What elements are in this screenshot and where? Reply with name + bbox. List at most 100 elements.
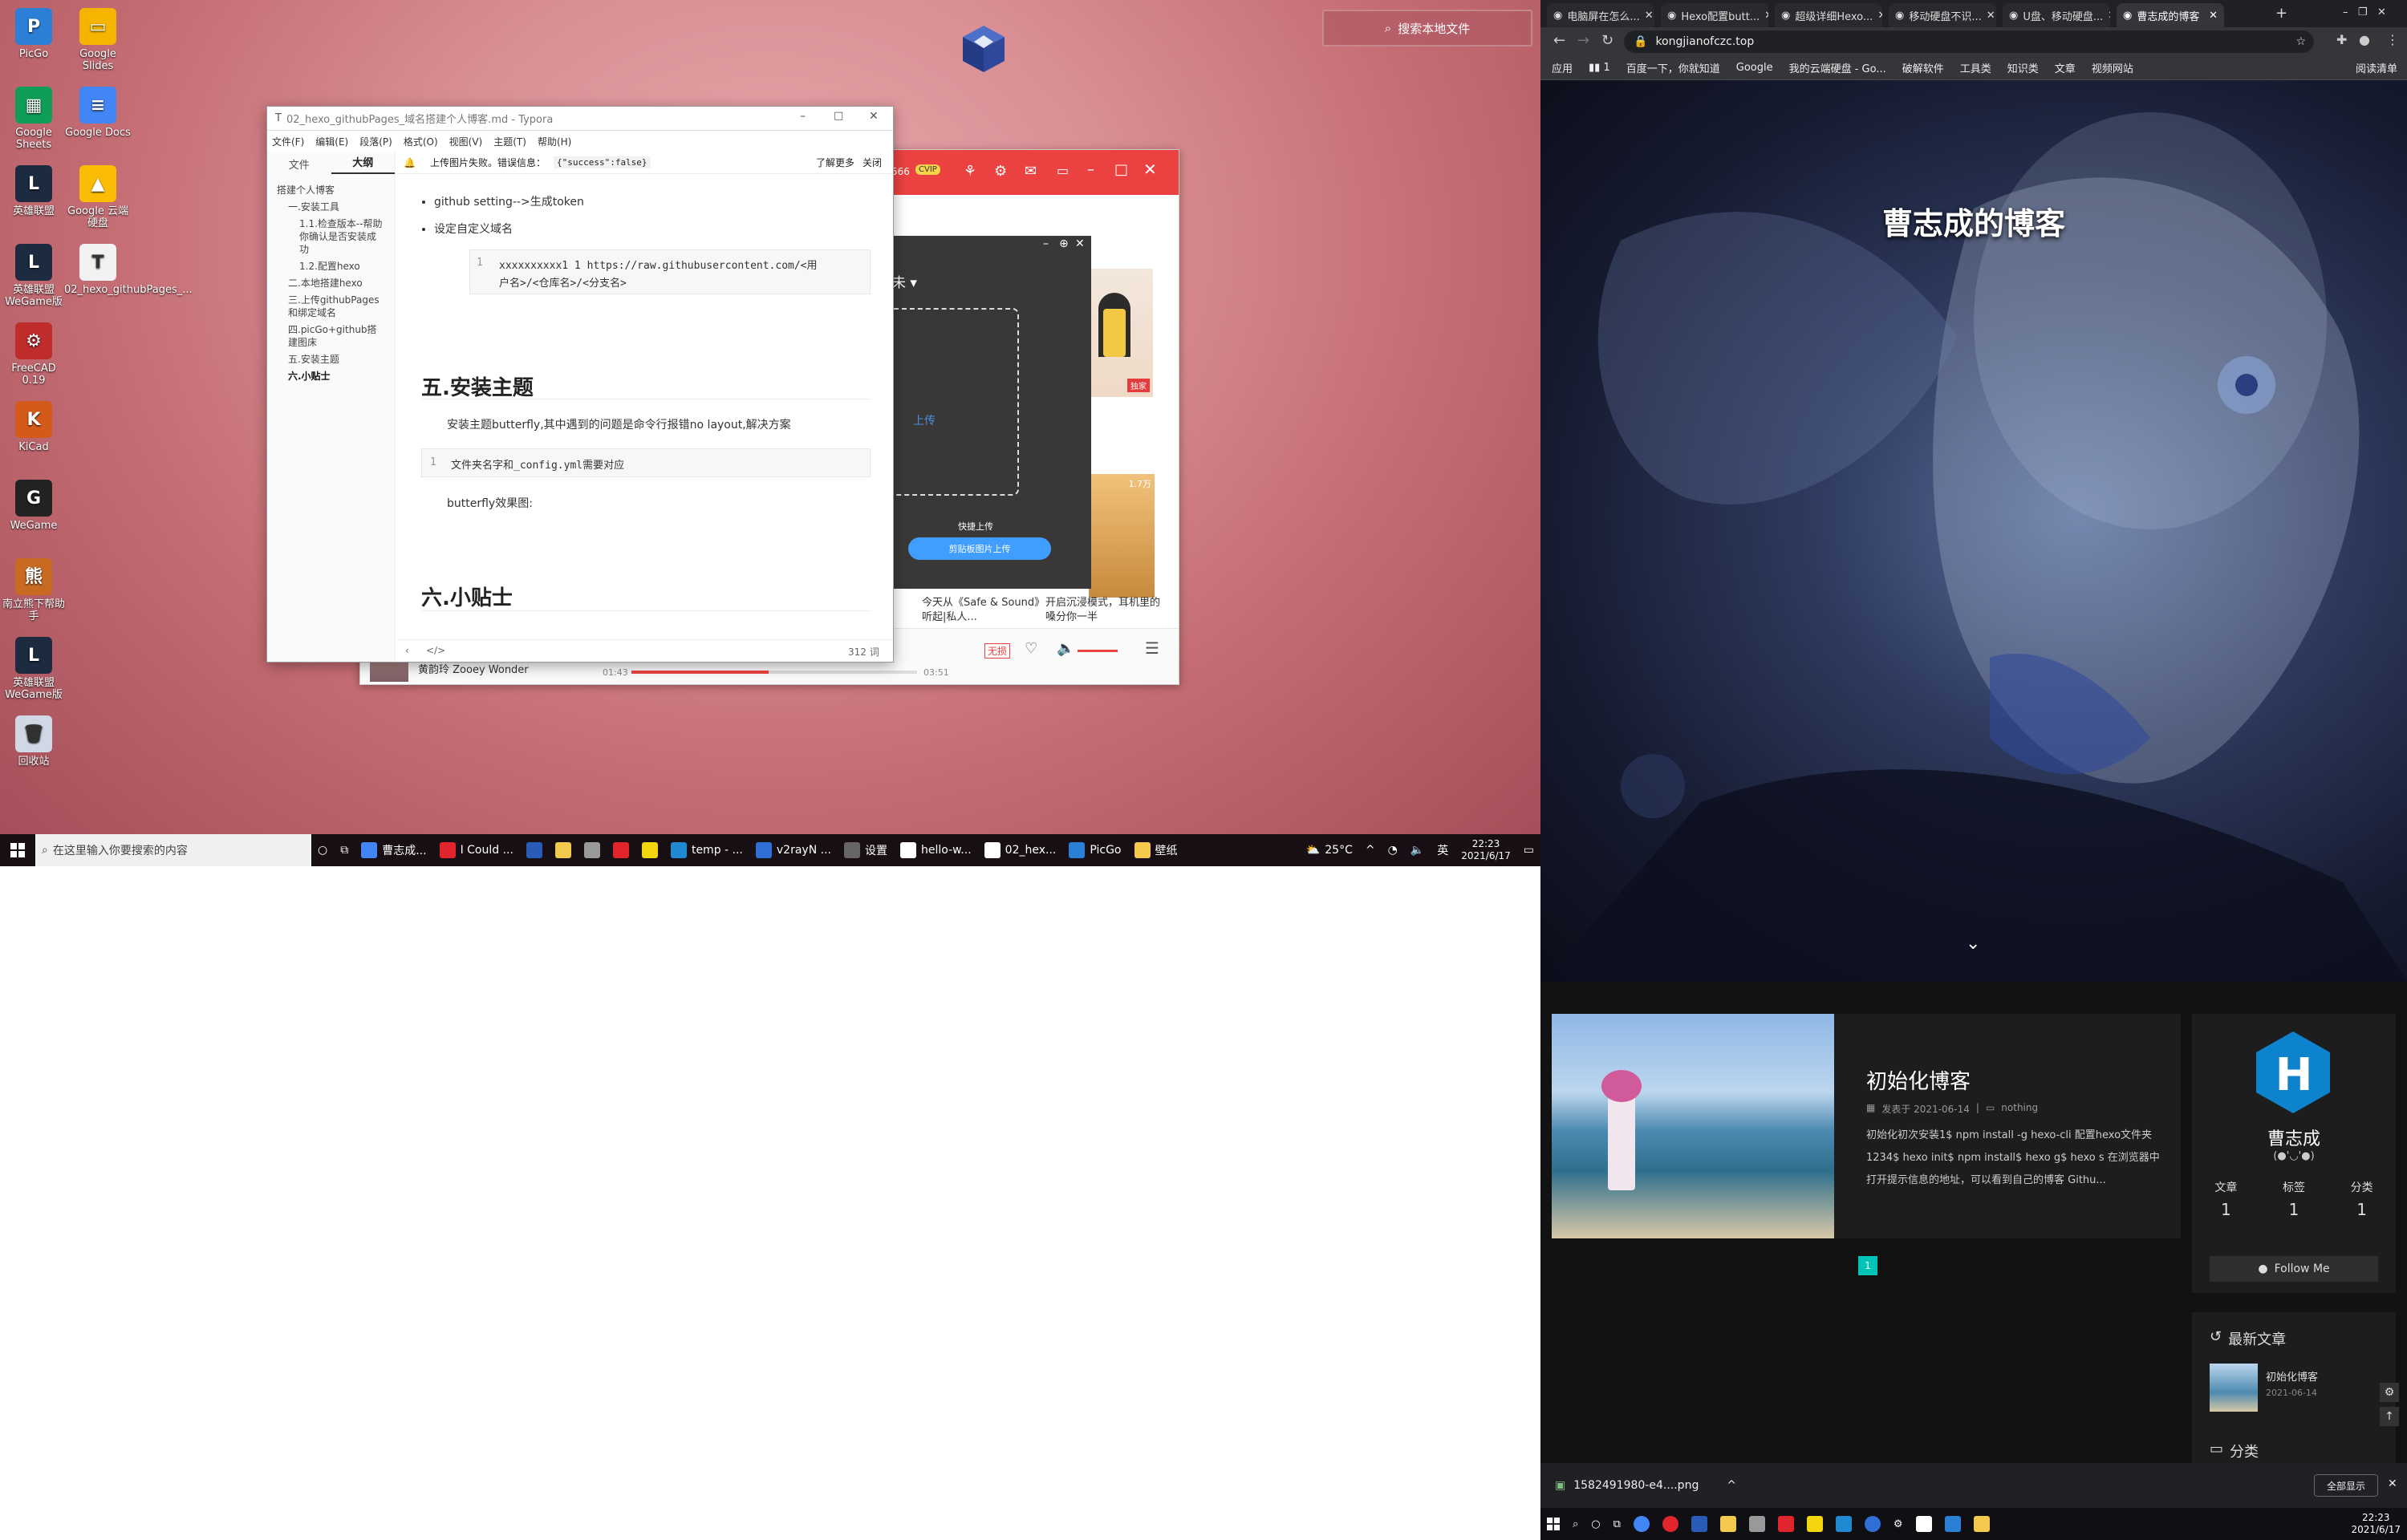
taskbar-app[interactable] — [607, 834, 635, 866]
tab-close-icon[interactable]: ✕ — [1645, 10, 1654, 22]
quality-badge[interactable]: 无损 — [984, 643, 1011, 659]
chrome-taskbar-icon[interactable] — [1627, 1508, 1656, 1540]
search-icon[interactable]: ⌕ — [1566, 1508, 1585, 1540]
chrome-tab[interactable]: ◉ 曹志成的博客 ✕ — [2117, 3, 2224, 27]
outline-item[interactable]: 一.安装工具 — [277, 201, 385, 213]
network-icon[interactable]: ◔ — [1382, 834, 1404, 866]
cube-logo-icon[interactable] — [960, 24, 1008, 74]
settings-gear-icon[interactable]: ⚙ — [994, 163, 1007, 180]
scroll-down-icon[interactable]: ⌄ — [1966, 934, 1980, 954]
bookmark-item[interactable]: 百度一下，你就知道 — [1626, 60, 1720, 75]
playlist-thumb-1[interactable]: 独家 — [1090, 269, 1153, 397]
taskbar-app[interactable] — [549, 834, 578, 866]
bookmark-item[interactable]: 应用 — [1552, 60, 1573, 75]
folder-taskbar-icon[interactable] — [1714, 1508, 1743, 1540]
desktop-icon[interactable]: L 英雄联盟WeGame版 — [0, 637, 67, 701]
outline-item[interactable]: 四.picGo+github搭建图床 — [277, 323, 385, 349]
desktop-icon[interactable]: G WeGame — [0, 480, 67, 532]
bookmark-item[interactable]: Google — [1736, 62, 1773, 74]
taskbar-app[interactable] — [635, 834, 664, 866]
typora-menu-item[interactable]: 文件(F) — [272, 135, 304, 148]
chrome-menu-icon[interactable]: ⋮ — [2386, 32, 2399, 47]
extensions-icon[interactable]: ✚ — [2336, 32, 2347, 47]
code-block-1[interactable]: 1 xxxxxxxxxx1 1 https://raw.githubuserco… — [469, 249, 871, 294]
news-taskbar-icon[interactable] — [1772, 1508, 1800, 1540]
start-button-right[interactable] — [1540, 1508, 1566, 1540]
new-tab-icon[interactable]: + — [2275, 5, 2287, 22]
typora-menu-item[interactable]: 段落(P) — [359, 135, 392, 148]
taskbar-app[interactable]: hello-w... — [894, 834, 978, 866]
back-to-top-icon[interactable]: ↑ — [2380, 1407, 2399, 1426]
progress-track[interactable] — [631, 671, 917, 674]
vscode-taskbar-icon[interactable] — [1829, 1508, 1858, 1540]
settings-float-icon[interactable]: ⚙ — [2380, 1383, 2399, 1402]
learn-more-link[interactable]: 了解更多 — [816, 156, 854, 169]
chrome-tab[interactable]: ◉ 电脑屏在怎么... ✕ — [1547, 3, 1654, 27]
cortana-icon[interactable]: ○ — [311, 834, 334, 866]
upload-link[interactable]: 上传 — [913, 412, 936, 428]
tray-chevron-icon[interactable]: ^ — [1359, 834, 1382, 866]
settings-taskbar-icon[interactable]: ⚙ — [1887, 1508, 1910, 1540]
explorer-taskbar-icon[interactable] — [1967, 1508, 1996, 1540]
bookmark-item[interactable]: 破解软件 — [1902, 60, 1944, 75]
close-icon[interactable]: ✕ — [1143, 160, 1157, 179]
bookmark-item[interactable]: 知识类 — [2007, 60, 2039, 75]
tab-close-icon[interactable]: ✕ — [1764, 10, 1768, 22]
recent-thumb[interactable] — [2210, 1364, 2258, 1412]
download-chevron-icon[interactable]: ^ — [1727, 1479, 1736, 1492]
chrome-tab[interactable]: ◉ 移动硬盘不识... ✕ — [1889, 3, 1996, 27]
downloads-close-icon[interactable]: ✕ — [2388, 1477, 2397, 1490]
mini-mode-icon[interactable]: ▭ — [1057, 163, 1069, 178]
taskbar-app[interactable]: v2rayN ... — [749, 834, 838, 866]
heart-icon[interactable]: ♡ — [1025, 640, 1037, 657]
taskbar-search[interactable]: ⌕ 在这里输入你要搜索的内容 — [35, 834, 311, 866]
recent-post-title[interactable]: 初始化博客 — [2266, 1368, 2318, 1384]
desktop-icon[interactable]: ▦ Google Sheets — [0, 87, 67, 151]
taskbar-right-clock[interactable]: 22:23 2021/6/17 — [2344, 1508, 2407, 1540]
tab-close-icon[interactable]: ✕ — [1987, 10, 1995, 22]
author-stat[interactable]: 标签 1 — [2283, 1179, 2305, 1219]
typora-maximize-icon[interactable]: □ — [834, 110, 843, 122]
dialog-min-icon[interactable]: – — [1043, 237, 1049, 250]
reading-list-button[interactable]: 阅读清单 — [2356, 60, 2397, 75]
tab-close-icon[interactable]: ✕ — [1877, 10, 1882, 22]
bookmark-item[interactable]: 视频网站 — [2092, 60, 2133, 75]
author-stat[interactable]: 分类 1 — [2351, 1179, 2373, 1219]
address-bar[interactable]: 🔒 kongjianofczc.top ☆ — [1624, 30, 2314, 53]
typora-taskbar-icon[interactable] — [1910, 1508, 1938, 1540]
bookmark-item[interactable]: 工具类 — [1960, 60, 1991, 75]
v2ray-taskbar-icon[interactable] — [1858, 1508, 1887, 1540]
taskbar-app[interactable]: 曹志成... — [355, 834, 432, 866]
printer-taskbar-icon[interactable] — [1743, 1508, 1772, 1540]
playlist-caption-1[interactable]: 今天从《Safe & Sound》听起|私人... — [922, 596, 1042, 625]
outline-item[interactable]: 搭建个人博客 — [277, 184, 385, 197]
bookmark-item[interactable]: 我的云端硬盘 - Go... — [1789, 60, 1886, 75]
chrome-restore-icon[interactable]: ❐ — [2358, 6, 2368, 18]
code-block-2[interactable]: 1 文件夹名字和_config.yml需要对应 — [421, 448, 871, 477]
taskbar-app[interactable]: PicGo — [1062, 834, 1127, 866]
desktop-icon[interactable]: ▲ Google 云端硬盘 — [64, 165, 132, 229]
taskbar-app[interactable]: temp - ... — [664, 834, 749, 866]
chrome-tab[interactable]: ◉ U盘、移动硬盘... ✕ — [2003, 3, 2110, 27]
taskbar-clock[interactable]: 22:23 2021/6/17 — [1455, 834, 1517, 866]
outline-item[interactable]: 六.小贴士 — [277, 370, 385, 383]
tab-close-icon[interactable]: ✕ — [2108, 10, 2110, 22]
mail-icon[interactable]: ✉ — [1025, 163, 1037, 180]
notes-taskbar-icon[interactable] — [1800, 1508, 1829, 1540]
local-search-box[interactable]: ⌕ 搜索本地文件 — [1322, 10, 1532, 47]
notice-close-link[interactable]: 关闭 — [863, 156, 882, 169]
typora-menu-item[interactable]: 视图(V) — [449, 135, 483, 148]
post-category[interactable]: nothing — [2001, 1102, 2038, 1116]
dialog-close-icon[interactable]: ✕ — [1075, 237, 1085, 250]
start-button[interactable] — [0, 834, 35, 866]
tab-close-icon[interactable]: ✕ — [2209, 10, 2218, 22]
tab-files[interactable]: 文件 — [267, 156, 331, 172]
notification-icon[interactable]: ▭ — [1517, 834, 1540, 866]
desktop-icon[interactable]: T 02_hexo_githubPages_... — [64, 244, 193, 296]
task-view-icon[interactable]: ⧉ — [334, 834, 355, 866]
maximize-icon[interactable]: □ — [1114, 161, 1128, 178]
task-view-icon[interactable]: ⧉ — [1607, 1508, 1627, 1540]
typora-editor[interactable]: 🔔 上传图片失败。错误信息： {"success":false} 了解更多 关闭… — [397, 152, 893, 662]
chrome-close-icon[interactable]: ✕ — [2377, 6, 2386, 18]
profile-icon[interactable]: ● — [2359, 32, 2370, 47]
